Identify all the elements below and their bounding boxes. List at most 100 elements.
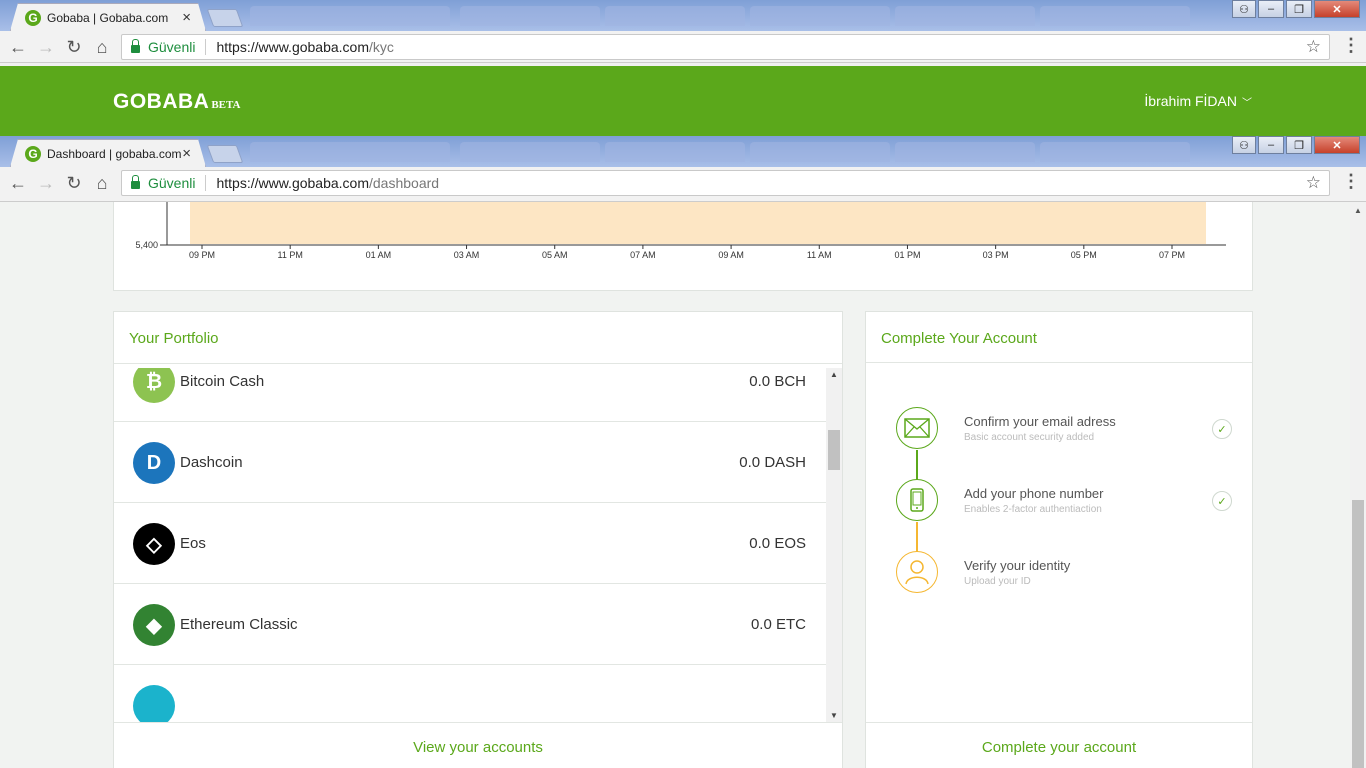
checkmark-icon: ✓ — [1212, 491, 1232, 511]
x-tick-label: 07 AM — [630, 250, 656, 260]
step-title: Add your phone number — [964, 486, 1104, 501]
coin-row[interactable]: ◆ Ethereum Classic 0.0 ETC — [114, 584, 826, 665]
account-step[interactable]: Verify your identity Upload your ID — [896, 551, 1226, 595]
beta-badge: BETA — [211, 99, 241, 111]
tab-close-icon[interactable]: × — [182, 9, 191, 26]
step-connector — [916, 522, 918, 552]
complete-account-link[interactable]: Complete your account — [866, 722, 1252, 768]
coin-list-scrollbar[interactable]: ▲ ▼ — [826, 368, 842, 722]
dash-icon: D — [133, 442, 175, 484]
user-icon — [896, 551, 938, 593]
coin-row[interactable] — [114, 665, 826, 722]
portfolio-card: Your Portfolio ₿ Bitcoin Cash 0.0 BCH D Dash… — [113, 311, 843, 768]
address-bar[interactable]: Güvenli https://www.gobaba.com/kyc ☆ — [121, 34, 1330, 60]
portfolio-title: Your Portfolio — [129, 330, 219, 347]
coin-balance: 0.0 ETC — [750, 616, 806, 633]
coin-row[interactable]: D Dashcoin 0.0 DASH — [114, 422, 826, 503]
url-base: https://www.gobaba.com — [216, 39, 369, 55]
home-icon[interactable]: ⌂ — [90, 37, 114, 57]
coin-balance: 0.0 DASH — [739, 454, 806, 471]
checkmark-icon: ✓ — [1212, 419, 1232, 439]
reload-icon[interactable]: ↻ — [62, 173, 86, 193]
account-step[interactable]: Confirm your email adress Basic account s… — [896, 407, 1232, 451]
gobaba-favicon-icon: G — [25, 10, 41, 26]
coin-row[interactable]: ₿ Bitcoin Cash 0.0 BCH — [114, 368, 826, 422]
back-arrow-icon[interactable]: ← — [6, 173, 30, 193]
coin-row[interactable]: ◇ Eos 0.0 EOS — [114, 503, 826, 584]
url-path: /dashboard — [369, 175, 440, 191]
x-tick-label: 01 AM — [366, 250, 392, 260]
tab-strip-bottom: G Dashboard | gobaba.com × ⚇ – ❐ ✕ — [0, 136, 1366, 167]
complete-account-card: Complete Your Account Confirm your email… — [865, 311, 1253, 768]
reload-icon[interactable]: ↻ — [62, 37, 86, 57]
view-accounts-link[interactable]: View your accounts — [114, 722, 842, 768]
scroll-up-arrow-icon[interactable]: ▲ — [830, 370, 838, 379]
page-scrollbar[interactable]: ▲ — [1350, 202, 1366, 768]
bookmark-star-icon[interactable]: ☆ — [1306, 173, 1321, 193]
tab-title: Dashboard | gobaba.com — [47, 146, 182, 161]
coin-name: Dashcoin — [180, 454, 243, 471]
back-arrow-icon[interactable]: ← — [6, 37, 30, 57]
x-tick-label: 05 PM — [1071, 250, 1097, 260]
close-window-button[interactable]: ✕ — [1314, 136, 1360, 154]
browser-toolbar-bottom: ← → ↻ ⌂ Güvenli https://www.gobaba.com/d… — [0, 167, 1366, 202]
price-chart: 5,400 09 PM 11 PM 01 AM 03 AM 05 AM 07 AM 09 AM… — [135, 202, 1226, 260]
profile-icon[interactable]: ⚇ — [1232, 0, 1256, 18]
minimize-button[interactable]: – — [1258, 0, 1284, 18]
coin-name: Eos — [180, 535, 206, 552]
home-icon[interactable]: ⌂ — [90, 173, 114, 193]
coin-balance: 0.0 BCH — [749, 373, 806, 390]
x-tick-label: 11 AM — [807, 250, 832, 260]
step-title: Verify your identity — [964, 558, 1071, 573]
x-tick-label: 03 AM — [454, 250, 480, 260]
step-subtitle: Enables 2-factor authentiaction — [964, 504, 1102, 515]
browser-tab-active[interactable]: G Gobaba | Gobaba.com × — [10, 3, 206, 31]
browser-tab-active[interactable]: G Dashboard | gobaba.com × — [10, 139, 206, 167]
new-tab-button[interactable] — [206, 9, 244, 27]
user-name: İbrahim FİDAN — [1144, 93, 1237, 109]
x-tick-label: 07 PM — [1159, 250, 1185, 260]
step-title: Confirm your email adress — [964, 414, 1116, 429]
phone-icon — [896, 479, 938, 521]
scroll-thumb[interactable] — [828, 430, 840, 470]
bookmark-star-icon[interactable]: ☆ — [1306, 37, 1321, 57]
site-header: GOBABA BETA İbrahim FİDAN ﹀ — [0, 66, 1366, 136]
tab-close-icon[interactable]: × — [182, 145, 191, 162]
secure-label: Güvenli — [148, 175, 196, 191]
close-window-button[interactable]: ✕ — [1314, 0, 1360, 18]
browser-menu-icon[interactable]: ⋮ — [1342, 171, 1360, 192]
coin-list[interactable]: ₿ Bitcoin Cash 0.0 BCH D Dashcoin 0.0 DASH ◇ Eo… — [114, 368, 826, 722]
url-path: /kyc — [369, 39, 394, 55]
y-tick-label: 5,400 — [135, 240, 158, 250]
gobaba-favicon-icon: G — [25, 146, 41, 162]
maximize-button[interactable]: ❐ — [1286, 0, 1312, 18]
url-base: https://www.gobaba.com — [216, 175, 369, 191]
x-tick-label: 09 AM — [718, 250, 744, 260]
chart-area-fill — [190, 202, 1206, 244]
step-connector — [916, 450, 918, 480]
x-tick-label: 09 PM — [189, 250, 215, 260]
coin-balance: 0.0 EOS — [749, 535, 806, 552]
forward-arrow-icon[interactable]: → — [34, 37, 58, 57]
scroll-down-arrow-icon[interactable]: ▼ — [830, 711, 838, 720]
complete-account-title: Complete Your Account — [881, 330, 1037, 347]
lock-icon — [131, 175, 140, 189]
user-menu[interactable]: İbrahim FİDAN ﹀ — [1144, 93, 1252, 109]
new-tab-button[interactable] — [206, 145, 244, 163]
account-step[interactable]: Add your phone number Enables 2-factor au… — [896, 479, 1232, 523]
forward-arrow-icon[interactable]: → — [34, 173, 58, 193]
profile-icon[interactable]: ⚇ — [1232, 136, 1256, 154]
page-scroll-thumb[interactable] — [1352, 500, 1364, 768]
maximize-button[interactable]: ❐ — [1286, 136, 1312, 154]
chevron-down-icon: ﹀ — [1242, 98, 1252, 109]
address-bar[interactable]: Güvenli https://www.gobaba.com/dashboard… — [121, 170, 1330, 196]
ethereum-classic-icon: ◆ — [133, 604, 175, 646]
bitcoin-cash-icon: ₿ — [133, 368, 175, 403]
minimize-button[interactable]: – — [1258, 136, 1284, 154]
gobaba-logo[interactable]: GOBABA BETA — [113, 90, 240, 114]
browser-menu-icon[interactable]: ⋮ — [1342, 35, 1360, 56]
scroll-up-arrow-icon[interactable]: ▲ — [1354, 206, 1362, 215]
step-subtitle: Basic account security added — [964, 432, 1095, 443]
x-tick-label: 05 AM — [542, 250, 568, 260]
coin-name: Ethereum Classic — [180, 616, 298, 633]
